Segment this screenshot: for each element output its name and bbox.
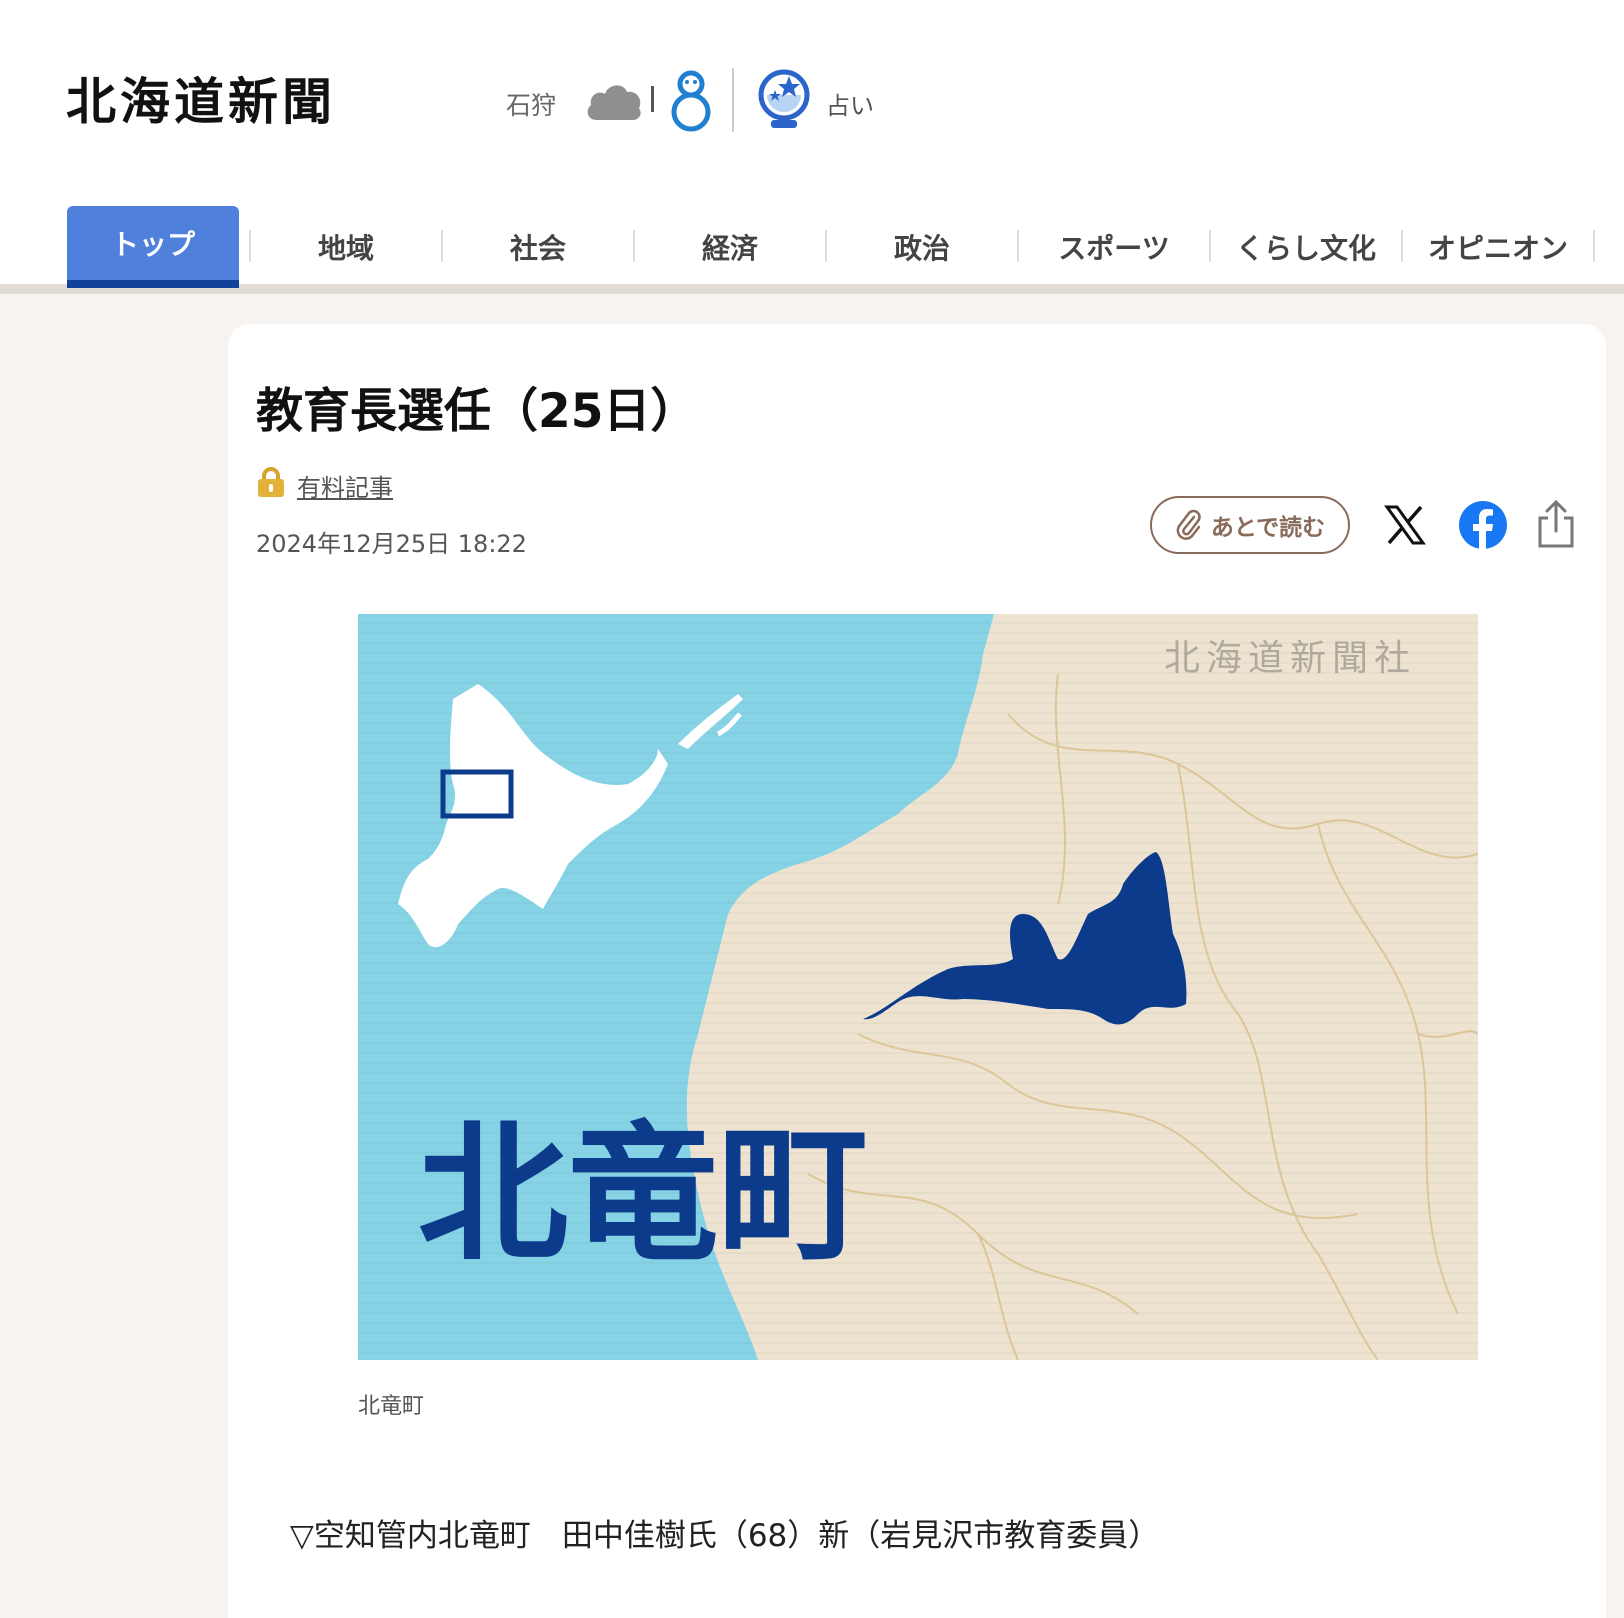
map-watermark: 北海道新聞社 bbox=[1164, 638, 1416, 679]
nav-tab-lifestyle[interactable]: くらし文化 bbox=[1211, 206, 1401, 288]
fortune-link[interactable]: 占い bbox=[826, 86, 874, 121]
site-logo[interactable]: 北海道新聞 bbox=[66, 62, 336, 134]
nav-tab-region[interactable]: 地域 bbox=[251, 206, 441, 288]
crystal-ball-icon[interactable] bbox=[755, 68, 813, 130]
paperclip-icon bbox=[1176, 509, 1201, 540]
map-place-label: 北竜町 bbox=[418, 1108, 868, 1282]
nav-tab-economy[interactable]: 経済 bbox=[635, 206, 825, 288]
article-body: ▽空知管内北竜町 田中佳樹氏（68）新（岩見沢市教育委員） bbox=[290, 1518, 1160, 1554]
cloud-icon[interactable] bbox=[585, 78, 643, 124]
share-icon[interactable] bbox=[1535, 498, 1577, 550]
read-later-button[interactable]: あとで読む bbox=[1150, 496, 1350, 554]
paid-article-link[interactable]: 有料記事 bbox=[297, 468, 393, 503]
map-illustration: 北海道新聞社 北竜町 bbox=[358, 614, 1478, 1360]
nav-tab-sports[interactable]: スポーツ bbox=[1019, 206, 1209, 288]
snowman-temperature-icon[interactable] bbox=[668, 68, 714, 132]
temperature-separator bbox=[651, 86, 654, 112]
facebook-share-icon[interactable] bbox=[1458, 500, 1508, 550]
article-title: 教育長選任（25日） bbox=[256, 384, 698, 439]
publish-date: 2024年12月25日 18:22 bbox=[256, 530, 527, 558]
image-caption: 北竜町 bbox=[358, 1394, 425, 1419]
nav-tab-top[interactable]: トップ bbox=[67, 206, 239, 288]
weather-city[interactable]: 石狩 bbox=[506, 86, 556, 122]
lock-icon bbox=[258, 467, 284, 497]
x-share-icon[interactable] bbox=[1384, 504, 1426, 546]
nav-tab-opinion[interactable]: オピニオン bbox=[1403, 206, 1593, 288]
read-later-label: あとで読む bbox=[1210, 515, 1326, 541]
nav-tab-society[interactable]: 社会 bbox=[443, 206, 633, 288]
nav-separator bbox=[1593, 230, 1595, 262]
article-map-image[interactable]: 北海道新聞社 北竜町 bbox=[358, 614, 1478, 1360]
header-divider bbox=[732, 68, 734, 132]
nav-tab-politics[interactable]: 政治 bbox=[827, 206, 1017, 288]
